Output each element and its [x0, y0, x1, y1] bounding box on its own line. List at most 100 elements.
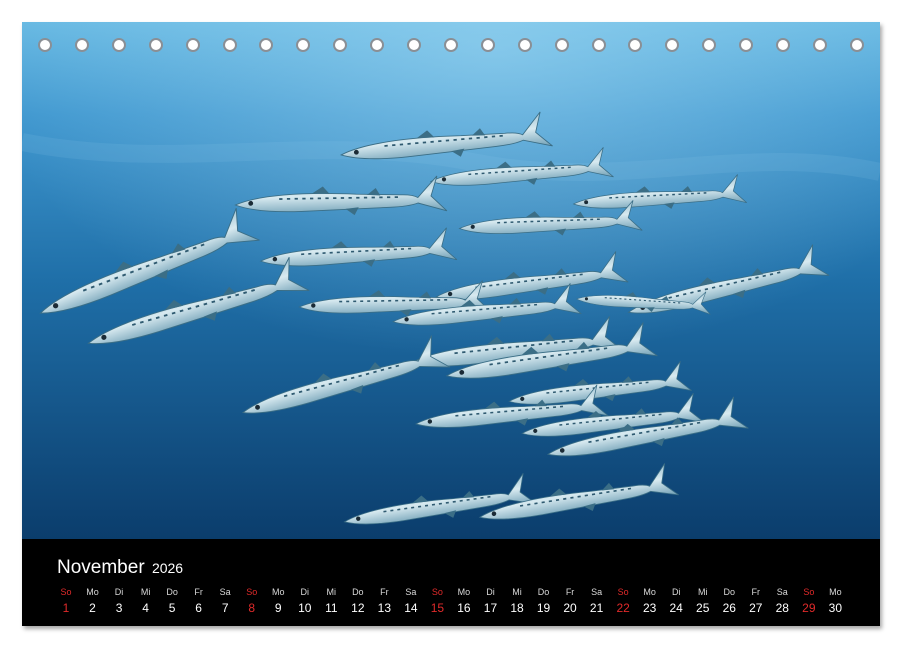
weekday-label: So	[431, 587, 443, 597]
day-cell: So 1	[54, 586, 78, 618]
day-cell: So 22	[611, 586, 635, 618]
day-number: 16	[457, 601, 471, 615]
weekday-label: Sa	[219, 587, 231, 597]
day-cell: Do 19	[532, 586, 556, 618]
weekday-label: Fr	[751, 587, 761, 597]
month-title: November 2026	[57, 557, 183, 579]
day-number: 20	[563, 601, 577, 615]
weekday-label: Sa	[776, 587, 788, 597]
day-cell: Sa 7	[213, 586, 237, 618]
day-number: 7	[221, 601, 229, 615]
month-year: 2026	[151, 560, 184, 576]
day-number: 6	[195, 601, 202, 615]
weekday-label: Mo	[86, 587, 99, 597]
weekday-label: Di	[300, 587, 310, 597]
binding-hole	[849, 38, 864, 52]
binding-hole	[591, 38, 606, 52]
month-name: November	[57, 557, 145, 578]
binding-hole	[554, 38, 569, 52]
day-cell: Do 26	[717, 586, 741, 618]
day-cell: Mo 23	[638, 586, 662, 618]
weekday-label: Do	[723, 587, 735, 597]
day-number: 25	[696, 601, 710, 615]
day-number: 3	[115, 601, 123, 615]
day-number: 15	[430, 601, 445, 615]
binding-hole	[333, 38, 348, 52]
binding-hole	[296, 38, 311, 52]
weekday-label: Mo	[457, 587, 471, 597]
weekday-label: So	[60, 587, 72, 597]
day-cell: Sa 21	[585, 586, 609, 618]
weekday-label: Di	[486, 587, 495, 597]
weekday-label: Mo	[643, 587, 656, 597]
binding-hole	[370, 38, 385, 52]
day-cell: Mi 25	[691, 586, 715, 618]
day-number: 24	[669, 601, 683, 615]
weekday-label: Do	[166, 587, 178, 597]
day-number: 22	[616, 601, 630, 615]
binding-hole	[259, 38, 274, 52]
day-number: 14	[404, 601, 418, 615]
day-cell: Sa 14	[399, 586, 423, 618]
day-number: 28	[775, 601, 789, 615]
day-number: 11	[325, 601, 338, 615]
day-number: 5	[168, 601, 176, 615]
day-number: 23	[642, 601, 657, 615]
weekday-label: Mi	[697, 587, 708, 597]
weekday-label: Do	[352, 587, 364, 597]
day-number: 4	[142, 601, 149, 615]
day-number: 29	[802, 601, 816, 615]
binding-hole	[776, 38, 790, 52]
day-cell: So 15	[425, 586, 449, 618]
weekday-label: Fr	[194, 587, 203, 597]
day-cell: Di 10	[293, 586, 317, 618]
binding-hole	[407, 38, 421, 52]
day-cell: Mi 11	[319, 586, 343, 618]
binding-hole	[74, 38, 89, 52]
day-cell: Fr 20	[558, 586, 582, 618]
day-number: 26	[722, 601, 736, 615]
day-cell: So 8	[240, 586, 264, 618]
day-number: 21	[589, 601, 604, 615]
day-number: 8	[248, 601, 256, 615]
day-cell: Mi 18	[505, 586, 529, 618]
day-cell: Do 12	[346, 586, 370, 618]
day-number: 19	[536, 601, 551, 615]
day-number: 13	[377, 601, 392, 615]
day-cell: Fr 6	[187, 586, 211, 618]
weekday-label: Do	[537, 587, 550, 597]
weekday-label: Sa	[405, 587, 417, 597]
day-number: 2	[89, 601, 96, 615]
calendar-strip: November 2026 So 1 Mo 2 Di 3 Mi 4 Do 5 Fr 6 Sa 7 So 8 Mo…	[22, 539, 880, 626]
binding-hole	[812, 38, 827, 52]
weekday-label: So	[617, 587, 629, 597]
weekday-label: Mi	[140, 587, 151, 597]
binding-hole	[443, 38, 458, 52]
day-cell: Di 3	[107, 586, 131, 618]
day-cell: Fr 13	[372, 586, 396, 618]
weekday-label: Mi	[512, 587, 522, 597]
day-cell: Fr 27	[744, 586, 768, 618]
binding-hole	[517, 38, 532, 52]
binding-hole	[665, 38, 680, 52]
binding-hole	[702, 38, 717, 52]
binding-hole	[480, 38, 495, 52]
day-number: 27	[749, 601, 763, 615]
day-cell: Mi 4	[134, 586, 158, 618]
day-number: 17	[483, 601, 498, 615]
weekday-label: Fr	[565, 587, 575, 597]
day-cell: Di 17	[478, 586, 502, 618]
calendar-page: November 2026 So 1 Mo 2 Di 3 Mi 4 Do 5 Fr 6 Sa 7 So 8 Mo…	[22, 22, 880, 626]
day-cell: Di 24	[664, 586, 688, 618]
weekday-label: Mo	[829, 587, 842, 597]
weekday-label: Fr	[380, 587, 389, 597]
day-number: 30	[828, 601, 843, 615]
binding-hole	[739, 38, 754, 52]
weekday-label: Mi	[326, 587, 337, 597]
day-cell: Mo 9	[266, 586, 290, 618]
binding-hole	[628, 38, 643, 52]
day-cell: Mo 30	[823, 586, 847, 618]
day-cell: Sa 28	[770, 586, 794, 618]
binding-holes	[22, 38, 880, 58]
barracuda-photo	[22, 22, 880, 539]
